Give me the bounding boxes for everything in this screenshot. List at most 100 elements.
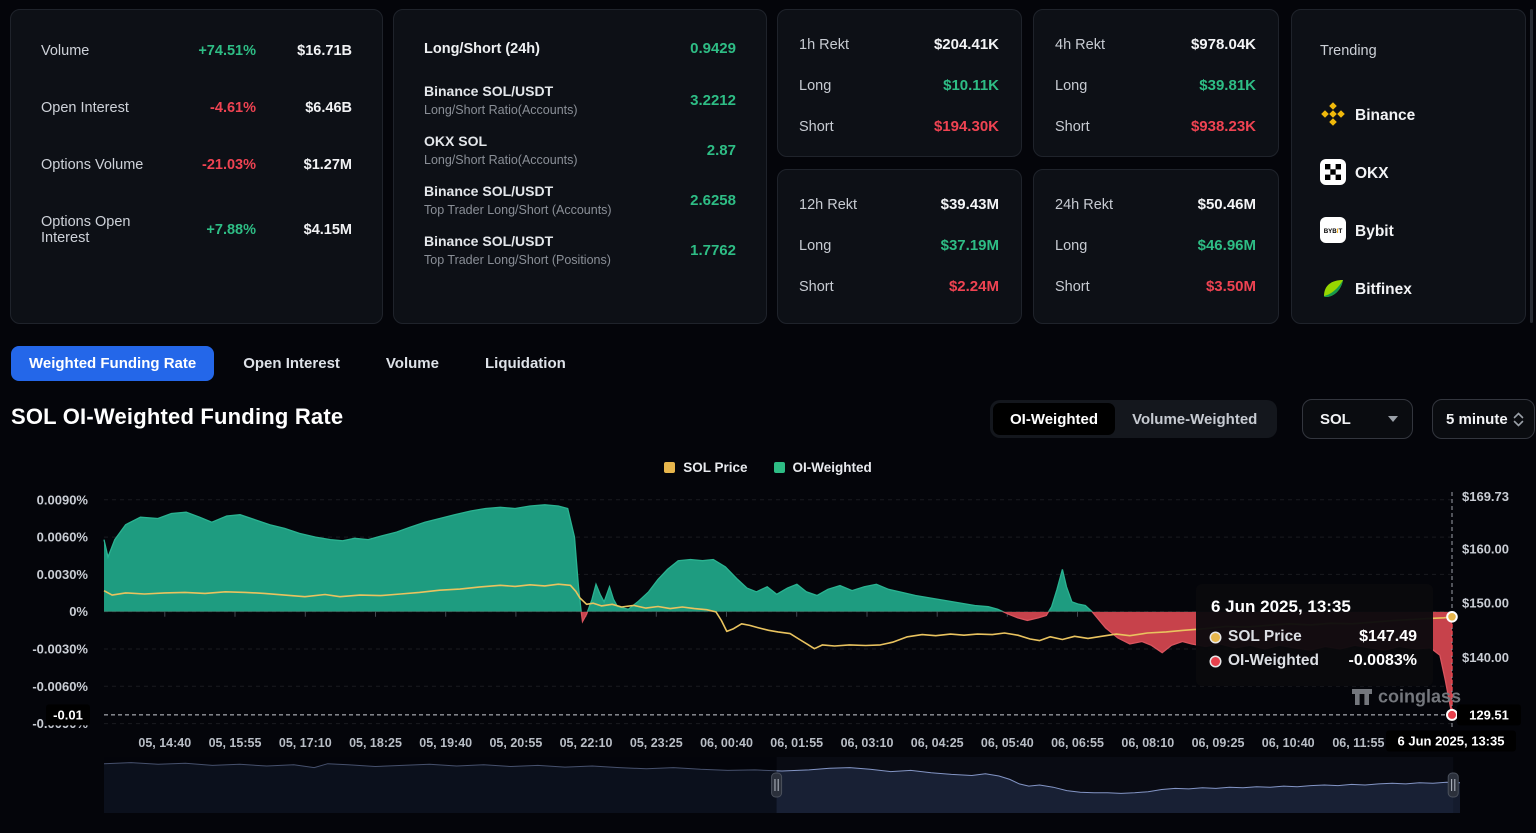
trending-item-bybit[interactable]: BYBIT Bybit [1320,219,1525,245]
trending-item-label: Binance [1355,107,1415,125]
rekt-label: Short [1055,119,1090,135]
legend-swatch [664,462,675,473]
tab-liquidation[interactable]: Liquidation [485,355,566,372]
rekt-value: $37.19M [941,237,999,254]
ratio-value: 2.87 [707,142,736,159]
left-axis-label: -0.0030% [32,642,88,657]
tooltip-series-value: $147.49 [1359,628,1417,646]
rekt-value: $194.30K [934,118,999,135]
tab-open-interest[interactable]: Open Interest [243,355,340,372]
stat-change: -4.61% [164,100,256,116]
rekt-card-12h: 12h Rekt$39.43MLong$37.19MShort$2.24M [777,169,1022,324]
toggle-volume-weighted[interactable]: Volume-Weighted [1115,403,1274,435]
page-title: SOL OI-Weighted Funding Rate [11,404,343,430]
x-axis-label: 06, 08:10 [1121,736,1174,750]
x-axis-label: 06, 09:25 [1192,736,1245,750]
x-axis-label: 06, 00:40 [700,736,753,750]
right-axis-label: $140.00 [1462,650,1509,665]
ratio-value: 2.6258 [690,192,736,209]
price-crosshair-dot [1447,612,1457,622]
x-axis-label: 06, 05:40 [981,736,1034,750]
trending-title: Trending [1320,43,1525,59]
stat-label: Options Open Interest [41,214,164,246]
trending-item-okx[interactable]: OKX [1320,161,1525,187]
chart-navigator[interactable] [104,757,1460,813]
scrollbar[interactable] [1530,9,1533,323]
x-axis-label: 05, 22:10 [560,736,613,750]
ratio-row-text: OKX SOLLong/Short Ratio(Accounts) [424,133,578,167]
chart-tooltip: 6 Jun 2025, 13:35 SOL Price$147.49OI-Wei… [1196,584,1433,686]
ratio-row-text: Binance SOL/USDT Top Trader Long/Short (A… [424,183,612,217]
rekt-value: $10.11K [943,77,999,94]
weighting-toggle: OI-WeightedVolume-Weighted [990,400,1277,438]
rekt-row: Short $2.24M [799,278,999,295]
rekt-label: Long [1055,78,1087,94]
x-axis-label: 06, 04:25 [911,736,964,750]
legend-item-oi-weighted[interactable]: OI-Weighted [774,460,872,475]
interval-select[interactable]: 5 minute [1432,399,1535,439]
rekt-label: Long [799,78,831,94]
rekt-row: Long $39.81K [1055,77,1256,94]
ratio-row: OKX SOLLong/Short Ratio(Accounts) 2.87 [424,133,736,167]
rekt-label: 12h Rekt [799,197,857,213]
x-axis-label: 05, 20:55 [489,736,542,750]
interval-select-value: 5 minute [1446,411,1508,428]
tab-weighted-funding-rate[interactable]: Weighted Funding Rate [11,346,214,381]
legend-item-sol-price[interactable]: SOL Price [664,460,747,475]
tooltip-series-value: -0.0083% [1349,652,1418,670]
rekt-value: $46.96M [1198,237,1256,254]
legend-label: OI-Weighted [793,460,872,475]
long-short-24h-label: Long/Short (24h) [424,41,540,57]
okx-icon [1320,159,1346,185]
symbol-select[interactable]: SOL [1302,399,1413,439]
stat-value: $6.46B [256,100,352,116]
trending-item-bitfinex[interactable]: Bitfinex [1320,277,1525,303]
rekt-value: $2.24M [949,278,999,295]
navigator-selected-range[interactable] [777,757,1454,813]
x-axis-label: 06, 11:55 [1332,736,1384,750]
crosshair-time-badge-text: 6 Jun 2025, 13:35 [1398,734,1505,749]
chart-tabs: Weighted Funding Rate Open Interest Volume… [11,346,566,381]
ratio-value: 3.2212 [690,92,736,109]
rekt-value: $39.81K [1199,77,1256,94]
rekt-label: 24h Rekt [1055,197,1113,213]
stat-value: $4.15M [256,222,352,238]
ratio-subtitle: Long/Short Ratio(Accounts) [424,153,578,167]
trending-item-label: Bybit [1355,223,1394,241]
ratio-subtitle: Top Trader Long/Short (Accounts) [424,203,612,217]
rekt-value: $204.41K [934,36,999,53]
tooltip-row: SOL Price$147.49 [1211,628,1417,646]
rekt-value: $938.23K [1191,118,1256,135]
ratio-title: Binance SOL/USDT [424,183,612,199]
x-axis-label: 05, 14:40 [138,736,191,750]
long-short-ratios-card: Long/Short (24h) 0.9429 Binance SOL/USDT… [393,9,767,324]
stat-change: +74.51% [164,43,256,59]
rekt-row: 1h Rekt$204.41K [799,36,999,53]
x-axis-label: 05, 19:40 [419,736,472,750]
left-axis-label: 0.0030% [37,567,89,582]
crosshair-left-badge-text: -0.01 [53,707,83,722]
toggle-oi-weighted[interactable]: OI-Weighted [993,403,1115,435]
svg-text:BYBIT: BYBIT [1324,228,1343,235]
tab-volume[interactable]: Volume [386,355,439,372]
legend-label: SOL Price [683,460,747,475]
trending-item-binance[interactable]: Binance [1320,103,1525,129]
chevron-down-icon [1388,416,1398,422]
stat-row: Options Volume-21.03%$1.27M [41,157,352,173]
rekt-row: Short $938.23K [1055,118,1256,135]
stat-value: $16.71B [256,43,352,59]
stat-change: -21.03% [164,157,256,173]
navigator-handle-left[interactable] [772,773,782,797]
rekt-value: $3.50M [1206,278,1256,295]
trending-card: Trending Binance OKX BYBIT Bybit Bitfinex [1291,9,1526,324]
binance-icon [1320,101,1346,127]
rekt-row: Long $10.11K [799,77,999,94]
rekt-label: Short [799,279,834,295]
okx-logo [1320,159,1346,190]
binance-logo [1320,101,1346,132]
navigator-handle-right[interactable] [1448,773,1458,797]
right-axis-label: $169.73 [1462,489,1509,504]
ratio-row: Binance SOL/USDTLong/Short Ratio(Account… [424,83,736,117]
rekt-label: Short [799,119,834,135]
rekt-row: 4h Rekt$978.04K [1055,36,1256,53]
